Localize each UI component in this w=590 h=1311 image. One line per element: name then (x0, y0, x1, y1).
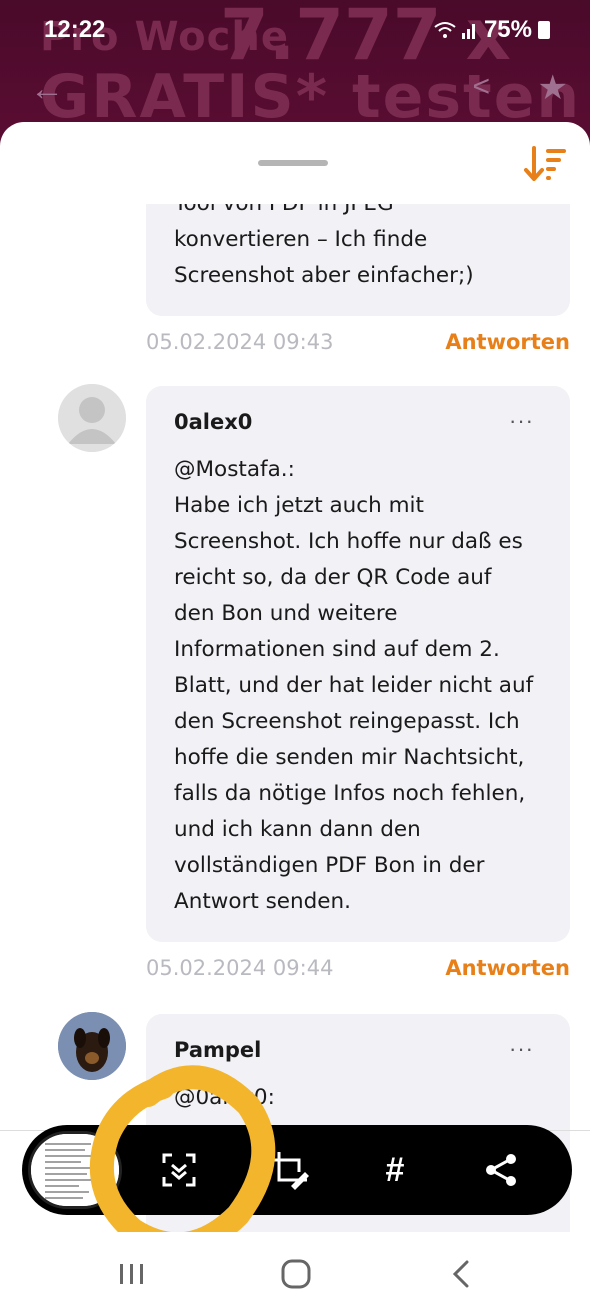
star-icon[interactable]: ★ (538, 68, 568, 108)
comment-text: @Mostafa.: Habe ich jetzt auch mit Scree… (174, 457, 534, 914)
comment-author[interactable]: 0alex0 (174, 410, 252, 434)
share-button[interactable] (476, 1145, 526, 1195)
share-icon (486, 1154, 516, 1186)
hashtag-icon: # (385, 1150, 405, 1189)
back-arrow-icon[interactable]: ← (30, 70, 64, 109)
status-time: 12:22 (44, 16, 106, 43)
sort-icon[interactable] (522, 144, 568, 184)
hashtag-button[interactable]: # (370, 1145, 420, 1195)
highlight-annotation (89, 1065, 276, 1255)
reply-button[interactable]: Antworten (445, 956, 570, 980)
share-icon[interactable]: < (472, 70, 490, 104)
home-icon[interactable] (276, 1254, 316, 1294)
status-icons: 75% (434, 16, 550, 44)
more-options-icon[interactable]: ··· (509, 1036, 534, 1062)
comment-text: Tool von PDF in JPEG konvertieren – Ich … (174, 204, 474, 288)
comment-date: 05.02.2024 09:43 (146, 330, 334, 354)
avatar[interactable] (58, 384, 126, 452)
recent-apps-icon[interactable] (112, 1254, 152, 1294)
more-options-icon[interactable]: ··· (509, 408, 534, 434)
navigation-bar (0, 1232, 590, 1311)
drag-handle[interactable] (258, 160, 328, 166)
back-icon[interactable] (442, 1254, 482, 1294)
comment-bubble: Tool von PDF in JPEG konvertieren – Ich … (146, 204, 570, 316)
comment-date: 05.02.2024 09:44 (146, 956, 334, 980)
wifi-icon (434, 22, 456, 38)
default-avatar-icon (58, 384, 126, 452)
reply-button[interactable]: Antworten (445, 330, 570, 354)
battery-icon (538, 21, 550, 39)
comment-author[interactable]: Pampel (174, 1038, 261, 1062)
signal-icon (461, 24, 475, 39)
comment-bubble: 0alex0 ··· @Mostafa.: Habe ich jetzt auc… (146, 386, 570, 942)
battery-percent: 75% (483, 16, 532, 43)
status-bar: 12:22 75% (0, 0, 590, 60)
